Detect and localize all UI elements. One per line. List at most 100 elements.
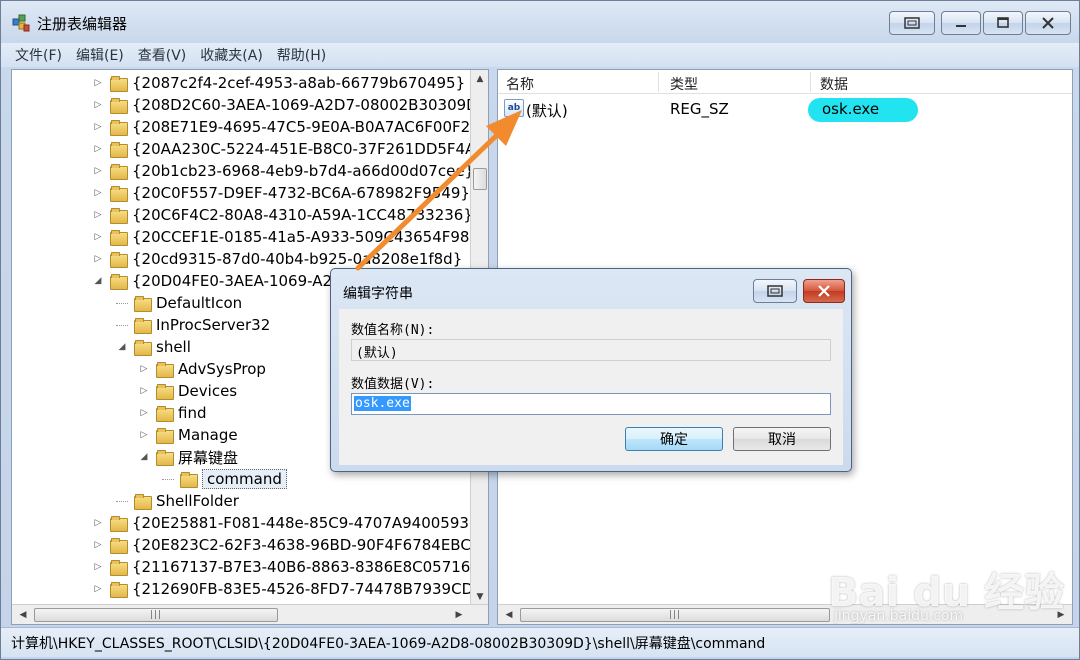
menu-edit[interactable]: 编辑(E) [76, 45, 124, 65]
expand-arrow-icon[interactable]: ▷ [92, 209, 104, 221]
collapse-arrow-icon[interactable]: ◢ [92, 275, 104, 287]
menu-file[interactable]: 文件(F) [15, 45, 62, 65]
tree-node[interactable]: ▷ {20E823C2-62F3-4638-96BD-90F4F6784EBC} [92, 534, 480, 556]
restore-view-button[interactable] [889, 11, 935, 35]
edit-string-dialog: 编辑字符串 数值名称(N): (默认) 数值数据(V): osk.exe 确定 … [330, 268, 852, 472]
maximize-button[interactable] [983, 11, 1023, 35]
tree-node[interactable]: DefaultIcon [116, 292, 242, 314]
tree-node-label: {2087c2f4-2cef-4953-a8ab-66779b670495} [132, 74, 466, 92]
folder-icon [110, 98, 128, 114]
tree-connector [116, 302, 128, 304]
tree-node[interactable]: ▷ AdvSysProp [138, 358, 266, 380]
tree-node-label: {20E25881-F081-448e-85C9-4707A9400593} [132, 514, 479, 532]
tree-node[interactable]: command [162, 468, 287, 490]
value-data-input[interactable]: osk.exe [351, 393, 831, 415]
status-bar: 计算机\HKEY_CLASSES_ROOT\CLSID\{20D04FE0-3A… [1, 627, 1079, 657]
tree-node[interactable]: ▷ {20AA230C-5224-451E-B8C0-37F261DD5F4A} [92, 138, 485, 160]
list-item[interactable]: ab (默认) REG_SZ osk.exe [498, 98, 1072, 122]
tree-node[interactable]: ▷ find [138, 402, 206, 424]
dialog-body: 数值名称(N): (默认) 数值数据(V): osk.exe 确定 取消 [339, 309, 843, 465]
column-separator[interactable] [810, 72, 811, 92]
expand-arrow-icon[interactable]: ▷ [92, 143, 104, 155]
tree-node[interactable]: ▷ {208E71E9-4695-47C5-9E0A-B0A7AC6F00F2} [92, 116, 480, 138]
collapse-arrow-icon[interactable]: ◢ [116, 341, 128, 353]
restore-window-icon [767, 285, 783, 297]
tree-node[interactable]: InProcServer32 [116, 314, 270, 336]
minimize-button[interactable] [941, 11, 981, 35]
tree-node[interactable]: ▷ {20C6F4C2-80A8-4310-A59A-1CC48733236} [92, 204, 473, 226]
tree-node[interactable]: ▷ {20E25881-F081-448e-85C9-4707A9400593} [92, 512, 478, 534]
scroll-right-icon[interactable]: ▶ [450, 606, 468, 624]
column-header-type[interactable]: 类型 [670, 74, 698, 94]
status-path: 计算机\HKEY_CLASSES_ROOT\CLSID\{20D04FE0-3A… [11, 635, 766, 652]
tree-node[interactable]: ▷ {2087c2f4-2cef-4953-a8ab-66779b670495} [92, 72, 465, 94]
tree-node[interactable]: ShellFolder [116, 490, 239, 512]
scroll-left-icon[interactable]: ◀ [14, 606, 32, 624]
tree-node-label: {208D2C60-3AEA-1069-A2D7-08002B30309D} [132, 96, 488, 114]
tree-node-label: {20b1cb23-6968-4eb9-b7d4-a66d00d07cee} [132, 162, 475, 180]
value-data-label: 数值数据(V): [351, 377, 435, 392]
scroll-up-icon[interactable]: ▲ [471, 70, 489, 88]
cancel-button[interactable]: 取消 [733, 427, 831, 451]
tree-node-label: {20cd9315-87d0-40b4-b925-0a8208e1f8d} [132, 250, 463, 268]
folder-icon [110, 252, 128, 268]
tree-node[interactable]: ▷ {20b1cb23-6968-4eb9-b7d4-a66d00d07cee} [92, 160, 474, 182]
column-header-data[interactable]: 数据 [820, 74, 848, 94]
collapse-arrow-icon[interactable]: ◢ [138, 451, 150, 463]
tree-node[interactable]: ◢ 屏幕键盘 [138, 446, 238, 468]
expand-arrow-icon[interactable]: ▷ [92, 99, 104, 111]
close-button[interactable] [1025, 11, 1071, 35]
list-horizontal-scroll-thumb[interactable]: ||| [520, 608, 830, 622]
tree-horizontal-scroll-thumb[interactable]: ||| [34, 608, 278, 622]
folder-icon [110, 516, 128, 532]
expand-arrow-icon[interactable]: ▷ [92, 561, 104, 573]
menu-view[interactable]: 查看(V) [138, 45, 187, 65]
tree-node[interactable]: ▷ {212690FB-83E5-4526-8FD7-74478B7939CD} [92, 578, 483, 600]
column-header-name[interactable]: 名称 [506, 74, 534, 94]
title-bar[interactable]: 注册表编辑器 [1, 1, 1079, 43]
tree-node[interactable]: ▷ {20cd9315-87d0-40b4-b925-0a8208e1f8d} [92, 248, 462, 270]
expand-arrow-icon[interactable]: ▷ [138, 407, 150, 419]
tree-horizontal-scrollbar[interactable]: ◀ ||| ▶ [12, 604, 488, 624]
folder-icon [110, 76, 128, 92]
tree-vertical-scroll-thumb[interactable] [473, 168, 487, 190]
dialog-restore-button[interactable] [753, 279, 797, 303]
folder-icon [110, 208, 128, 224]
tree-node-label: command [202, 469, 287, 489]
tree-node[interactable]: ◢ {20D04FE0-3AEA-1069-A2D [92, 270, 344, 292]
column-separator[interactable] [658, 72, 659, 92]
folder-icon [156, 450, 174, 466]
tree-node[interactable]: ▷ {20CCEF1E-0185-41a5-A933-509C43654F98} [92, 226, 479, 248]
tree-node-label: {20AA230C-5224-451E-B8C0-37F261DD5F4A} [132, 140, 485, 158]
tree-node[interactable]: ▷ Devices [138, 380, 237, 402]
expand-arrow-icon[interactable]: ▷ [92, 517, 104, 529]
expand-arrow-icon[interactable]: ▷ [92, 231, 104, 243]
maximize-icon [997, 17, 1009, 28]
expand-arrow-icon[interactable]: ▷ [92, 77, 104, 89]
expand-arrow-icon[interactable]: ▷ [92, 121, 104, 133]
tree-node[interactable]: ▷ {208D2C60-3AEA-1069-A2D7-08002B30309D} [92, 94, 487, 116]
menu-bar: 文件(F) 编辑(E) 查看(V) 收藏夹(A) 帮助(H) [1, 43, 1079, 67]
tree-node[interactable]: ◢ shell [116, 336, 191, 358]
value-type: REG_SZ [670, 100, 729, 118]
tree-connector [162, 478, 174, 480]
value-name-field: (默认) [351, 339, 831, 361]
menu-help[interactable]: 帮助(H) [277, 45, 326, 65]
expand-arrow-icon[interactable]: ▷ [92, 187, 104, 199]
expand-arrow-icon[interactable]: ▷ [92, 539, 104, 551]
tree-node[interactable]: ▷ {21167137-B7E3-40B6-8863-8386E8C05716} [92, 556, 480, 578]
expand-arrow-icon[interactable]: ▷ [138, 385, 150, 397]
tree-node-label: Devices [178, 382, 238, 400]
expand-arrow-icon[interactable]: ▷ [138, 363, 150, 375]
expand-arrow-icon[interactable]: ▷ [92, 253, 104, 265]
expand-arrow-icon[interactable]: ▷ [92, 583, 104, 595]
menu-favorites[interactable]: 收藏夹(A) [200, 45, 263, 65]
value-name-label: 数值名称(N): [351, 323, 435, 338]
ok-button[interactable]: 确定 [625, 427, 723, 451]
expand-arrow-icon[interactable]: ▷ [92, 165, 104, 177]
expand-arrow-icon[interactable]: ▷ [138, 429, 150, 441]
tree-node[interactable]: ▷ Manage [138, 424, 238, 446]
dialog-close-button[interactable] [803, 279, 845, 303]
tree-node[interactable]: ▷ {20C0F557-D9EF-4732-BC6A-678982F9549} [92, 182, 470, 204]
scroll-left-icon[interactable]: ◀ [500, 606, 518, 624]
